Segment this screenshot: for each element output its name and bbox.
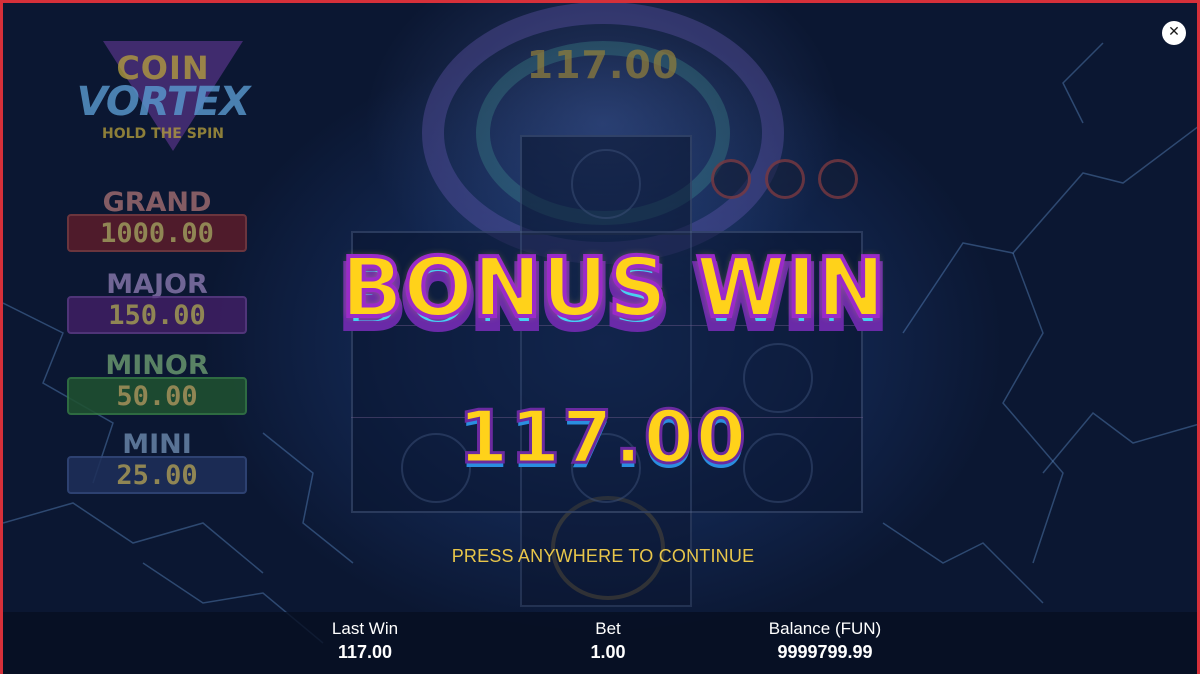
bonus-win-title: BONUS WIN BONUS WIN	[303, 239, 923, 351]
jackpot-mini-value: 25.00	[67, 456, 247, 494]
jackpot-major-value: 150.00	[67, 296, 247, 334]
jackpot-mini: MINI 25.00	[67, 429, 247, 494]
last-win-value: 117.00	[337, 642, 393, 662]
last-win-stat: Last Win 117.00	[265, 619, 465, 663]
bet-value: 1.00	[590, 642, 626, 662]
bonus-win-amount: 117.00	[457, 394, 748, 481]
collector-orb	[711, 159, 751, 199]
jackpot-minor: MINOR 50.00	[67, 350, 247, 415]
jackpot-minor-value: 50.00	[67, 377, 247, 415]
balance-value: 9999799.99	[777, 642, 873, 662]
jackpot-major: MAJOR 150.00	[67, 269, 247, 334]
jackpot-grand-value: 1000.00	[67, 214, 247, 252]
game-frame[interactable]: COIN VORTEX HOLD THE SPIN GRAND 1000.00 …	[0, 0, 1200, 674]
slot-ring	[571, 149, 641, 219]
balance-label: Balance (FUN)	[768, 619, 882, 638]
bet-label: Bet	[595, 619, 621, 638]
last-win-label: Last Win	[331, 619, 399, 638]
close-icon: ✕	[1168, 24, 1180, 40]
bonus-win-title-text: BONUS WIN	[339, 239, 888, 338]
collector-orb	[818, 159, 858, 199]
game-logo: COIN VORTEX HOLD THE SPIN	[63, 41, 263, 151]
continue-prompt[interactable]: PRESS ANYWHERE TO CONTINUE	[343, 546, 863, 567]
logo-vortex-text: VORTEX	[76, 79, 251, 125]
logo-subtitle: HOLD THE SPIN	[101, 126, 224, 142]
balance-stat: Balance (FUN) 9999799.99	[725, 619, 925, 663]
close-button[interactable]: ✕	[1162, 21, 1186, 45]
top-win-amount: 117.00	[526, 43, 680, 87]
collector-orb	[765, 159, 805, 199]
bet-stat: Bet 1.00	[508, 619, 708, 663]
jackpot-grand: GRAND 1000.00	[67, 187, 247, 252]
